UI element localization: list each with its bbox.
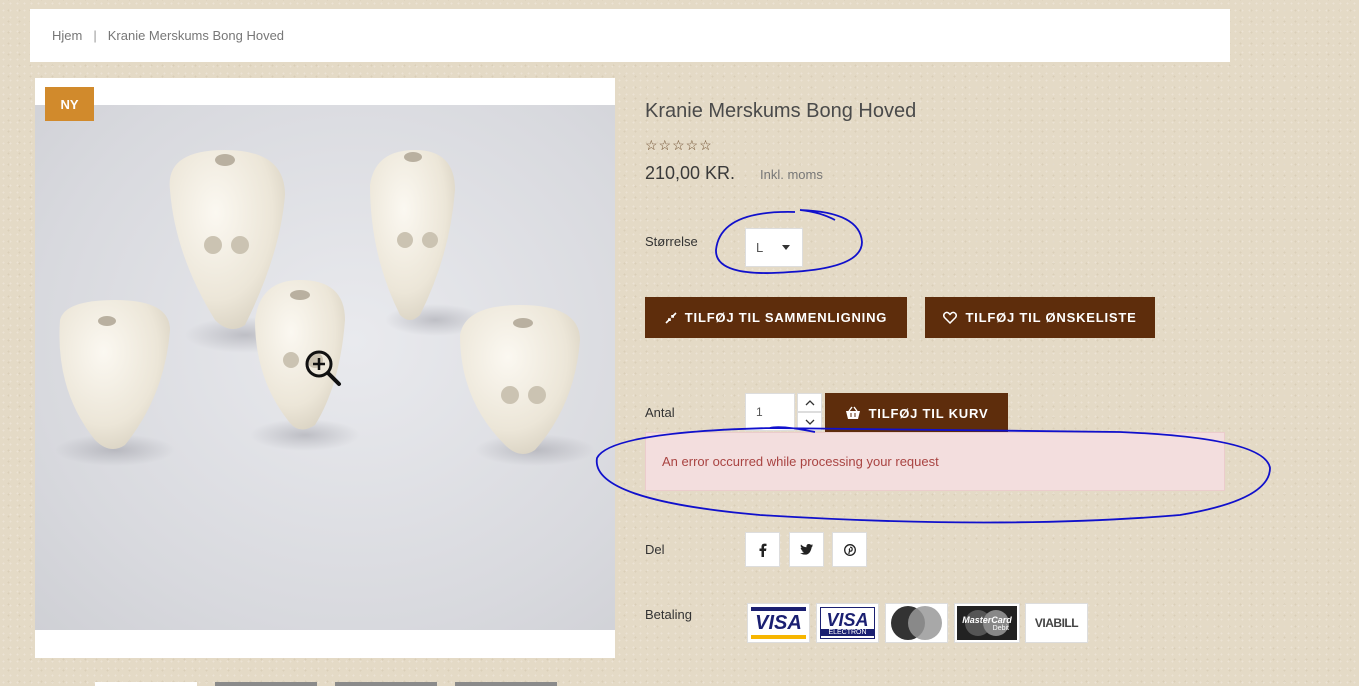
twitter-share-button[interactable] xyxy=(789,532,824,567)
add-to-wishlist-label: TILFØJ TIL ØNSKELISTE xyxy=(965,310,1137,325)
visa-electron-logo-bottom: ELECTRON xyxy=(821,628,874,636)
add-to-compare-label: TILFØJ TIL SAMMENLIGNING xyxy=(684,310,888,325)
visa-electron-logo: VISA ELECTRON xyxy=(816,603,879,643)
quantity-increase-button[interactable] xyxy=(797,393,822,412)
zoom-in-icon[interactable] xyxy=(303,348,343,388)
add-to-wishlist-button[interactable]: TILFØJ TIL ØNSKELISTE xyxy=(925,297,1155,338)
viabill-logo-text: VIABILL xyxy=(1034,616,1079,630)
product-image[interactable] xyxy=(35,105,615,630)
breadcrumb-home-link[interactable]: Hjem xyxy=(52,28,82,43)
price-note: Inkl. moms xyxy=(760,167,823,182)
size-select-value: L xyxy=(756,240,764,255)
error-message-text: An error occurred while processing your … xyxy=(662,454,939,469)
size-label: Størrelse xyxy=(645,234,698,249)
mastercard-debit-logo-top: MasterCard xyxy=(962,614,1012,625)
facebook-icon xyxy=(759,543,766,557)
new-badge: NY xyxy=(45,87,94,121)
mastercard-debit-logo-bottom: Debit xyxy=(992,624,1009,632)
add-to-cart-button[interactable]: TILFØJ TIL KURV xyxy=(825,393,1008,433)
product-gallery: NY xyxy=(35,78,615,658)
add-to-cart-label: TILFØJ TIL KURV xyxy=(868,405,989,421)
thumbnail-strip xyxy=(95,682,557,686)
quantity-decrease-button[interactable] xyxy=(797,412,822,431)
compress-icon xyxy=(665,311,677,324)
breadcrumb: Hjem | Kranie Merskums Bong Hoved xyxy=(30,9,1230,62)
thumbnail[interactable] xyxy=(455,682,557,686)
breadcrumb-separator: | xyxy=(93,28,97,43)
quantity-input[interactable]: 1 xyxy=(745,393,795,431)
mastercard-logo xyxy=(885,603,948,643)
twitter-icon xyxy=(800,544,813,555)
thumbnail[interactable] xyxy=(335,682,437,686)
thumbnail[interactable] xyxy=(95,682,197,686)
breadcrumb-current: Kranie Merskums Bong Hoved xyxy=(107,28,285,43)
basket-icon xyxy=(845,406,860,419)
viabill-logo: VIABILL xyxy=(1025,603,1088,643)
share-label: Del xyxy=(645,542,665,557)
visa-logo-text: VISA xyxy=(755,611,802,634)
mastercard-debit-logo: MasterCard Debit xyxy=(954,603,1020,643)
pinterest-share-button[interactable] xyxy=(832,532,867,567)
quantity-label: Antal xyxy=(645,405,675,420)
chevron-up-icon xyxy=(805,399,814,405)
chevron-down-icon xyxy=(805,419,814,425)
add-to-compare-button[interactable]: TILFØJ TIL SAMMENLIGNING xyxy=(645,297,907,338)
chevron-down-icon xyxy=(782,245,790,250)
thumbnail[interactable] xyxy=(215,682,317,686)
mastercard-circles-icon xyxy=(891,606,942,640)
visa-electron-logo-top: VISA xyxy=(826,609,869,630)
error-message: An error occurred while processing your … xyxy=(645,432,1225,491)
rating-stars: ☆☆☆☆☆ xyxy=(645,137,713,153)
size-select[interactable]: L xyxy=(745,228,803,267)
payment-label: Betaling xyxy=(645,607,692,622)
product-price: 210,00 KR. xyxy=(645,163,736,183)
heart-icon xyxy=(943,311,958,324)
product-title: Kranie Merskums Bong Hoved xyxy=(645,100,917,122)
visa-logo: VISA xyxy=(747,603,810,643)
facebook-share-button[interactable] xyxy=(745,532,780,567)
pinterest-icon xyxy=(843,543,856,556)
